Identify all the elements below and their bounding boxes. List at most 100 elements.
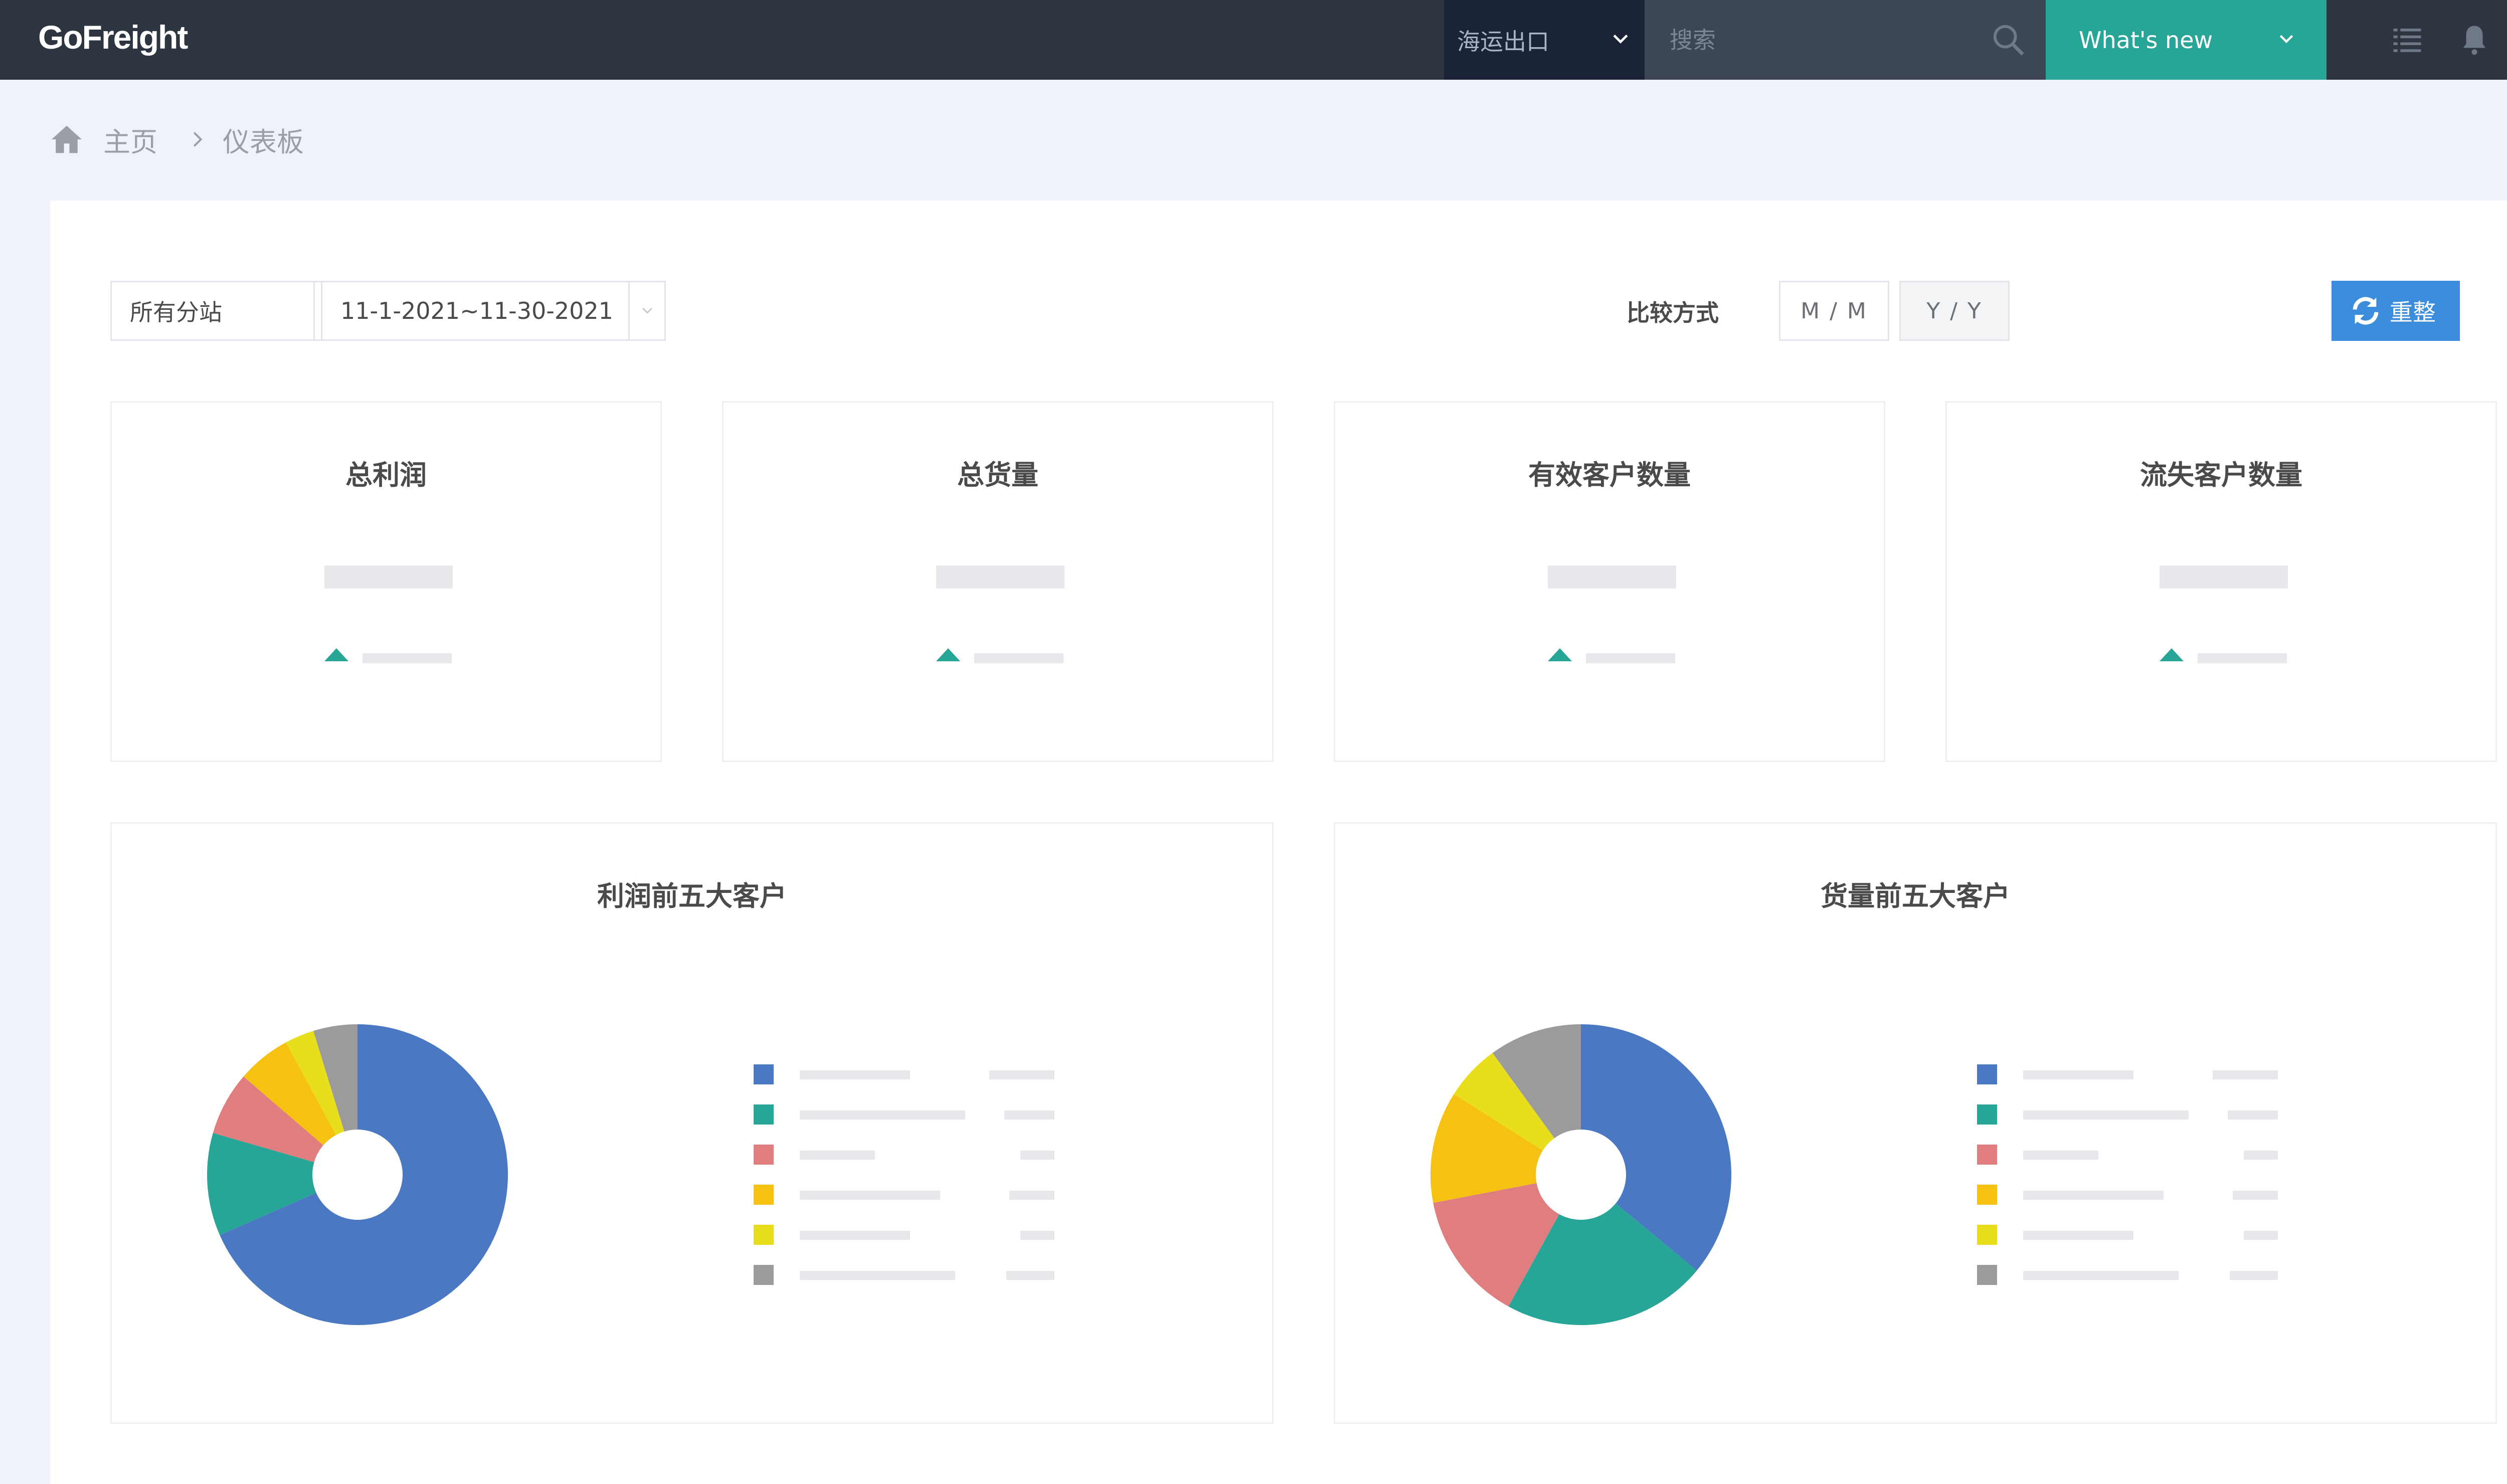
compare-mode-label: 比较方式 (1627, 299, 1719, 326)
trend-up-icon (2160, 648, 2184, 661)
whats-new-label: What's new (2079, 26, 2213, 54)
legend-swatch (1977, 1145, 1997, 1165)
top5-volume-customers-chart: 货量前五大客户 (1334, 822, 2497, 1424)
legend-label-placeholder (800, 1151, 875, 1160)
legend-swatch (754, 1265, 774, 1285)
chart-title: 货量前五大客户 (1821, 880, 2010, 912)
kpi-change-placeholder (1586, 653, 1675, 663)
branch-select[interactable]: 所有分站 (110, 281, 351, 341)
legend-label-placeholder (2023, 1271, 2179, 1280)
legend-swatch (1977, 1185, 1997, 1205)
chevron-down-icon (642, 308, 652, 314)
legend-value-placeholder (2244, 1151, 2278, 1160)
chart-title: 利润前五大客户 (597, 880, 787, 912)
search-icon[interactable] (1991, 22, 2026, 57)
gofreight-logo[interactable]: GoFreight (38, 18, 188, 56)
refresh-icon (2353, 297, 2379, 325)
legend-value-placeholder (1004, 1110, 1054, 1120)
legend-label-placeholder (2023, 1070, 2133, 1079)
legend-item (754, 1145, 1054, 1185)
legend-label-placeholder (2023, 1231, 2133, 1240)
legend-label-placeholder (800, 1231, 910, 1240)
kpi-change-placeholder (974, 653, 1063, 663)
legend-swatch (754, 1225, 774, 1245)
kpi-active-customers: 有效客户数量 (1334, 401, 1885, 762)
legend-item (1977, 1265, 2278, 1305)
top5-profit-customers-chart: 利润前五大客户 (110, 822, 1274, 1424)
legend-item (754, 1104, 1054, 1145)
kpi-total-profit: 总利润 (110, 401, 662, 762)
legend-label-placeholder (800, 1191, 940, 1200)
legend-label-placeholder (2023, 1191, 2164, 1200)
legend-label-placeholder (2023, 1151, 2098, 1160)
legend-label-placeholder (800, 1070, 910, 1079)
date-range-caret[interactable] (628, 282, 664, 339)
legend-value-placeholder (2228, 1110, 2278, 1120)
kpi-value-placeholder (936, 566, 1064, 589)
kpi-lost-customers: 流失客户数量 (1945, 401, 2497, 762)
kpi-title: 流失客户数量 (2140, 459, 2302, 491)
pie-chart (1430, 1024, 1731, 1325)
legend-swatch (754, 1104, 774, 1125)
legend-value-placeholder (2230, 1271, 2278, 1280)
whats-new-button[interactable]: What's new (2046, 0, 2326, 80)
legend-item (754, 1225, 1054, 1265)
legend-swatch (1977, 1104, 1997, 1125)
breadcrumb: 主页 仪表板 (50, 119, 304, 159)
breadcrumb-home-link[interactable]: 主页 (103, 120, 157, 159)
legend-value-placeholder (2233, 1191, 2278, 1200)
kpi-change-placeholder (2198, 653, 2287, 663)
legend-value-placeholder (1009, 1191, 1054, 1200)
legend-item (1977, 1185, 2278, 1225)
chevron-down-icon (2279, 35, 2293, 44)
legend-label-placeholder (2023, 1110, 2189, 1120)
list-icon[interactable] (2391, 23, 2424, 56)
home-icon[interactable] (50, 124, 83, 154)
legend-item (1977, 1145, 2278, 1185)
legend-swatch (754, 1185, 774, 1205)
kpi-title: 有效客户数量 (1528, 459, 1691, 491)
pie-chart (207, 1024, 508, 1325)
module-selector[interactable]: 海运出口 (1444, 0, 1645, 80)
legend-swatch (754, 1145, 774, 1165)
module-label: 海运出口 (1457, 28, 1549, 55)
legend-value-placeholder (1020, 1151, 1054, 1160)
legend-item (754, 1064, 1054, 1104)
breadcrumb-current: 仪表板 (223, 126, 304, 158)
compare-yy-button[interactable]: Y / Y (1899, 281, 2010, 341)
date-range-value: 11-1-2021~11-30-2021 (340, 297, 613, 324)
legend-swatch (1977, 1265, 1997, 1285)
kpi-title: 总货量 (957, 459, 1038, 491)
legend-item (754, 1265, 1054, 1305)
search-input[interactable] (1670, 20, 1971, 60)
legend-label-placeholder (800, 1110, 965, 1120)
trend-up-icon (936, 648, 960, 661)
date-range-select[interactable]: 11-1-2021~11-30-2021 (321, 281, 666, 341)
kpi-change-placeholder (363, 653, 452, 663)
legend-value-placeholder (989, 1070, 1054, 1079)
reset-button-label: 重整 (2390, 299, 2436, 326)
trend-up-icon (324, 648, 348, 661)
compare-mm-button[interactable]: M / M (1779, 281, 1889, 341)
legend-swatch (1977, 1064, 1997, 1084)
chevron-right-icon (193, 132, 203, 147)
legend-swatch (754, 1064, 774, 1084)
bell-icon[interactable] (2458, 23, 2491, 56)
legend-swatch (1977, 1225, 1997, 1245)
reset-button[interactable]: 重整 (2332, 281, 2460, 341)
legend-value-placeholder (1020, 1231, 1054, 1240)
search-box (1645, 0, 2046, 80)
branch-select-value: 所有分站 (130, 299, 222, 326)
trend-up-icon (1548, 648, 1572, 661)
legend-label-placeholder (800, 1271, 955, 1280)
dashboard-card: 所有分站 11-1-2021~11-30-2021 比较方式 M / M Y /… (50, 201, 2507, 1484)
legend-item (1977, 1104, 2278, 1145)
kpi-value-placeholder (2160, 566, 2288, 589)
chevron-down-icon (1613, 34, 1628, 44)
chart-legend (1977, 1064, 2278, 1305)
legend-item (1977, 1064, 2278, 1104)
legend-value-placeholder (2213, 1070, 2278, 1079)
chart-legend (754, 1064, 1054, 1305)
legend-item (754, 1185, 1054, 1225)
legend-item (1977, 1225, 2278, 1265)
